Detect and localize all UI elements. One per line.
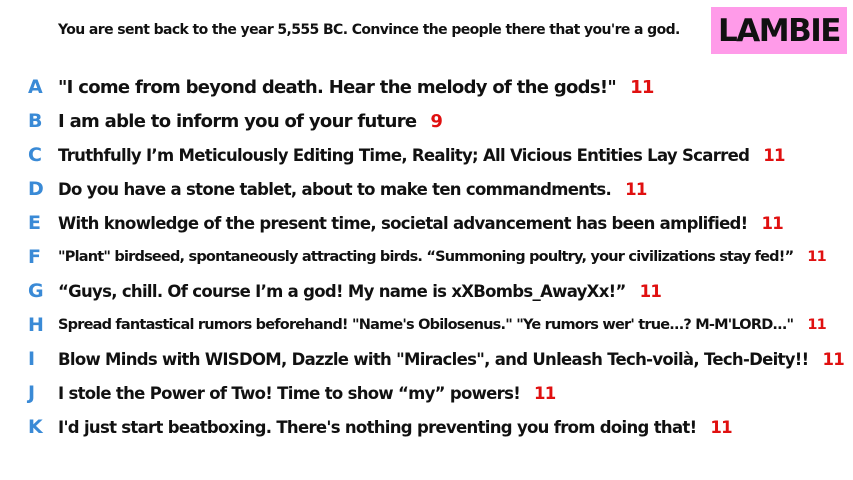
answer-body: With knowledge of the present time, soci… — [58, 213, 748, 233]
answer-score: 11 — [534, 383, 556, 403]
answer-score: 11 — [763, 145, 785, 165]
answer-body: Truthfully I’m Meticulously Editing Time… — [58, 145, 750, 165]
answer-body: Spread fantastical rumors beforehand! "N… — [58, 317, 794, 333]
player-name-badge: LAMBIE — [711, 7, 847, 54]
answer-letter: A — [28, 76, 43, 98]
answer-score: 11 — [807, 249, 826, 265]
answer-text: Spread fantastical rumors beforehand! "N… — [58, 317, 827, 333]
answer-letter: G — [28, 280, 44, 302]
answer-text: Do you have a stone tablet, about to mak… — [58, 180, 647, 199]
answer-letter: D — [28, 178, 44, 200]
answer-score: 11 — [807, 317, 826, 333]
player-name-label: LAMBIE — [718, 12, 841, 49]
answer-text: "Plant" birdseed, spontaneously attracti… — [58, 249, 827, 265]
answer-score: 11 — [761, 213, 784, 233]
answer-body: "I come from beyond death. Hear the melo… — [58, 76, 617, 98]
answer-text: I stole the Power of Two! Time to show “… — [58, 384, 556, 403]
answer-score: 11 — [639, 281, 662, 301]
answer-body: I stole the Power of Two! Time to show “… — [58, 383, 521, 403]
answer-letter: H — [28, 314, 44, 336]
answer-body: I am able to inform you of your future — [58, 110, 417, 132]
answer-text: I'd just start beatboxing. There's nothi… — [58, 417, 733, 437]
answer-letter: B — [28, 110, 42, 132]
answer-body: I'd just start beatboxing. There's nothi… — [58, 417, 697, 437]
answer-letter: C — [28, 144, 42, 166]
answer-letter: F — [28, 246, 41, 268]
answer-text: Blow Minds with WISDOM, Dazzle with "Mir… — [58, 349, 845, 369]
answer-score: 11 — [822, 349, 844, 369]
answer-score: 11 — [710, 417, 732, 437]
answer-body: “Guys, chill. Of course I’m a god! My na… — [58, 281, 626, 301]
answer-score: 11 — [625, 179, 647, 199]
answer-text: I am able to inform you of your future 9 — [58, 110, 443, 132]
answer-score: 9 — [430, 110, 443, 132]
prompt-text: You are sent back to the year 5,555 BC. … — [58, 22, 680, 38]
answer-text: With knowledge of the present time, soci… — [58, 213, 784, 233]
answer-letter: J — [28, 382, 35, 404]
answer-body: Blow Minds with WISDOM, Dazzle with "Mir… — [58, 349, 809, 369]
answer-score: 11 — [630, 76, 654, 98]
answer-body: Do you have a stone tablet, about to mak… — [58, 179, 612, 199]
answer-letter: I — [28, 348, 35, 370]
answer-letter: E — [28, 212, 41, 234]
answer-body: "Plant" birdseed, spontaneously attracti… — [58, 249, 794, 265]
answer-text: Truthfully I’m Meticulously Editing Time… — [58, 146, 785, 165]
answer-text: “Guys, chill. Of course I’m a god! My na… — [58, 281, 662, 301]
answer-letter: K — [28, 416, 43, 438]
answer-text: "I come from beyond death. Hear the melo… — [58, 77, 654, 98]
